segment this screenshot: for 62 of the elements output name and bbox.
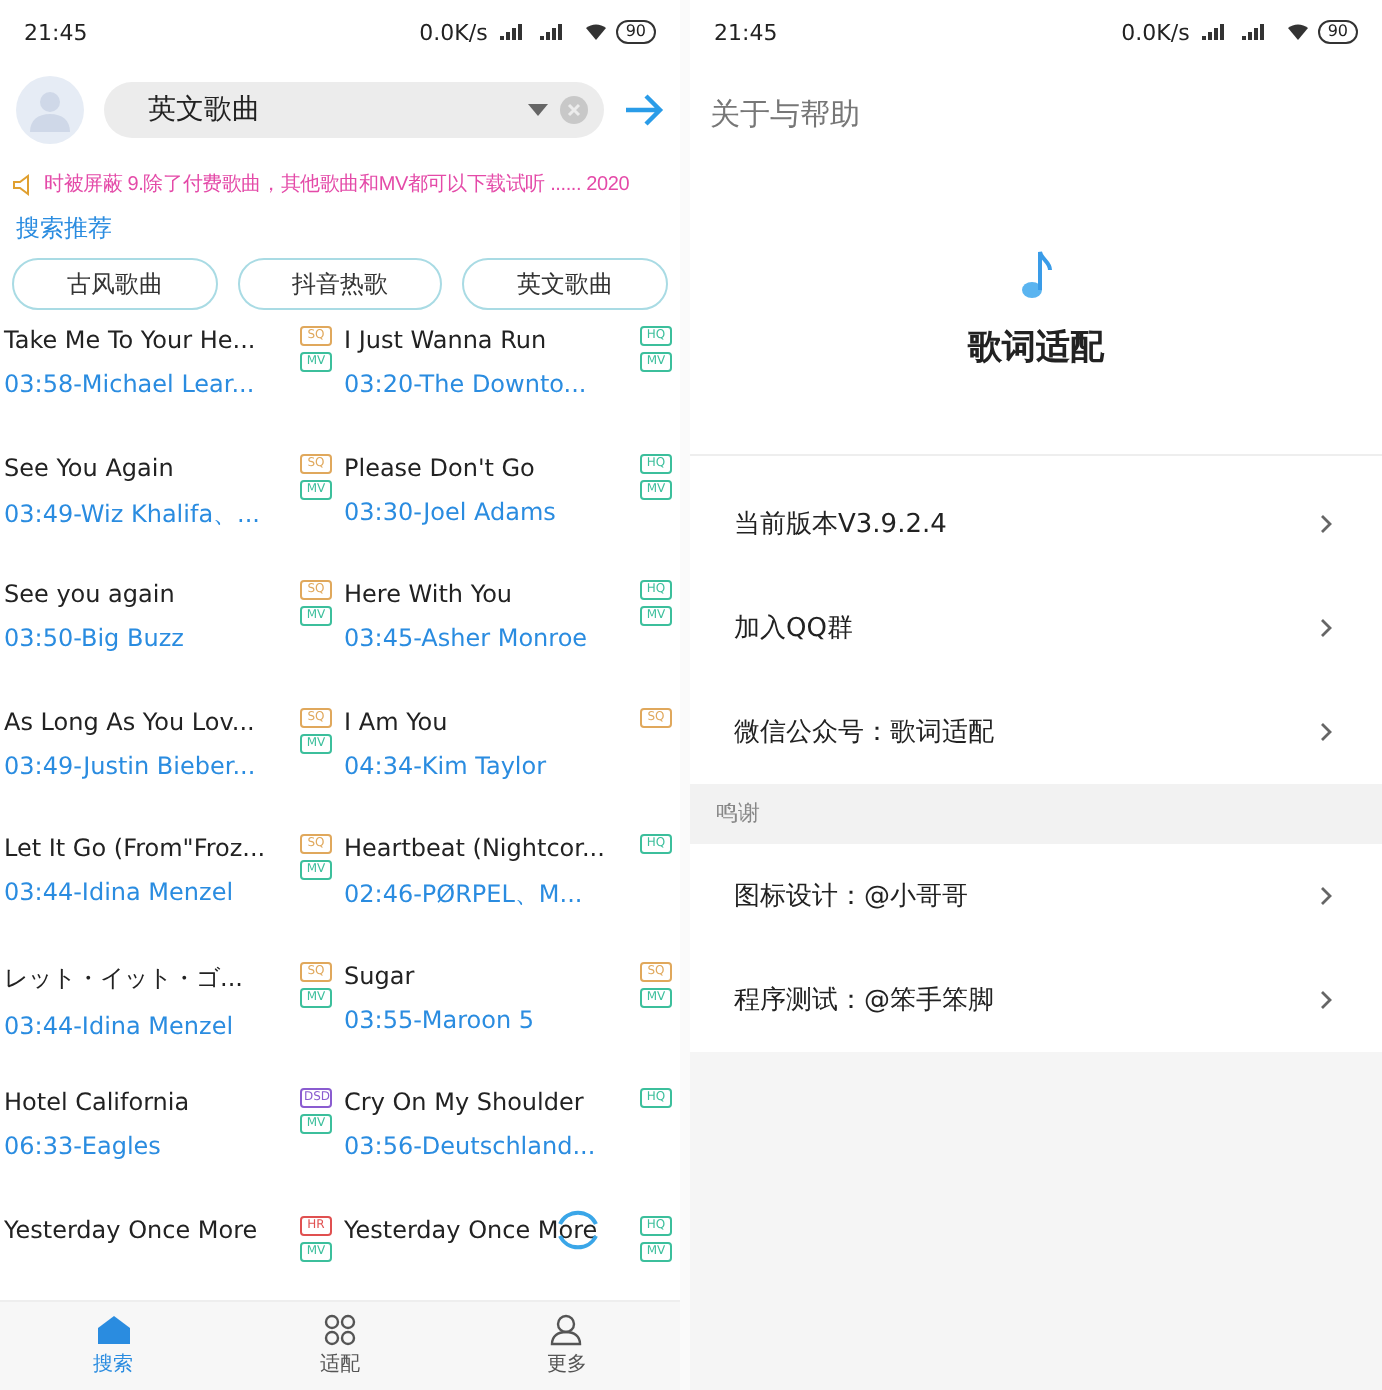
app-name: 歌词适配 xyxy=(968,326,1104,370)
section-label: 搜索推荐 xyxy=(14,212,114,246)
credit-item[interactable]: 图标设计：@小哥哥 xyxy=(690,844,1382,948)
song-title[interactable]: Yesterday Once More xyxy=(4,1215,292,1243)
wifi-icon xyxy=(583,22,608,42)
credit-item[interactable]: 程序测试：@笨手笨脚 xyxy=(690,948,1382,1052)
arrow-right-icon[interactable] xyxy=(624,92,664,128)
song-meta: 03:49-Justin Bieber... xyxy=(4,751,258,779)
notice-text: 时被屏蔽 9.除了付费歌曲，其他歌曲和MV都可以下载试听 ...... 2020 xyxy=(44,171,630,198)
song-meta: 03:49-Wiz Khalifa、... xyxy=(4,497,262,531)
song-title[interactable]: As Long As You Lov... xyxy=(4,707,292,735)
song-meta: 06:33-Eagles xyxy=(4,1132,163,1160)
search-field[interactable]: 英文歌曲 xyxy=(104,82,604,138)
song-title[interactable]: See you again xyxy=(4,580,292,608)
battery-level: 90 xyxy=(1317,20,1358,44)
song-title[interactable]: レット・イット・ゴ... xyxy=(4,961,292,995)
suggestion-chip[interactable]: 古风歌曲 xyxy=(12,258,218,310)
song-title[interactable]: Hotel California xyxy=(4,1088,292,1116)
chevron-icon xyxy=(1320,990,1334,1010)
song-title[interactable]: Let It Go (From"Froz... xyxy=(4,834,292,862)
song-meta: 04:34-Kim Taylor xyxy=(344,751,549,779)
song-title[interactable]: Heartbeat (Nightcor... xyxy=(344,834,632,862)
song-meta: 03:20-The Downto... xyxy=(344,370,589,398)
song-meta: 03:45-Asher Monroe xyxy=(344,624,590,652)
network-speed: 0.0K/s xyxy=(419,19,488,45)
dropdown-icon[interactable] xyxy=(528,104,548,116)
song-meta: 03:58-Michael Lear... xyxy=(4,370,257,398)
search-input[interactable]: 英文歌曲 xyxy=(144,92,516,128)
chevron-icon xyxy=(1320,514,1334,534)
network-speed: 0.0K/s xyxy=(1121,19,1190,45)
song-meta: 03:50-Big Buzz xyxy=(4,624,186,652)
suggestion-chip[interactable]: 抖音热歌 xyxy=(237,258,443,310)
song-title[interactable]: I Am You xyxy=(344,707,632,735)
battery-level: 90 xyxy=(615,20,656,44)
chevron-icon xyxy=(1320,886,1334,906)
person-icon xyxy=(548,1314,585,1346)
chevron-icon xyxy=(1320,618,1334,638)
song-meta: 03:56-Deutschland... xyxy=(344,1132,598,1160)
song-meta: 03:55-Maroon 5 xyxy=(344,1005,537,1033)
song-meta: 03:44-Idina Menzel xyxy=(4,1011,236,1039)
song-title[interactable]: Cry On My Shoulder xyxy=(344,1088,632,1116)
song-meta: 03:30-Joel Adams xyxy=(344,497,558,525)
song-title[interactable]: Please Don't Go xyxy=(344,453,632,481)
song-title[interactable]: Yesterday Once More xyxy=(344,1215,632,1243)
song-meta: 02:46-PØRPEL、M... xyxy=(344,878,585,912)
status-time: 21:45 xyxy=(714,19,778,45)
song-title[interactable]: Sugar xyxy=(344,961,632,989)
suggestion-chip[interactable]: 英文歌曲 xyxy=(462,258,669,310)
song-title[interactable]: Here With You xyxy=(344,580,632,608)
home-icon xyxy=(95,1314,132,1346)
music-note-icon xyxy=(1020,248,1052,300)
page-title: 关于与帮助 xyxy=(708,94,862,136)
status-time: 21:45 xyxy=(24,19,88,45)
song-title[interactable]: See You Again xyxy=(4,453,292,481)
wifi-icon xyxy=(1285,22,1310,42)
song-meta: 03:44-Idina Menzel xyxy=(4,878,236,906)
song-title[interactable]: I Just Wanna Run xyxy=(344,326,632,354)
chevron-icon xyxy=(1320,722,1334,742)
song-title[interactable]: Take Me To Your He... xyxy=(4,326,292,354)
nav-tab[interactable]: 更多 xyxy=(453,1302,680,1390)
grid-icon xyxy=(321,1314,358,1346)
nav-tab[interactable]: 适配 xyxy=(226,1302,454,1390)
